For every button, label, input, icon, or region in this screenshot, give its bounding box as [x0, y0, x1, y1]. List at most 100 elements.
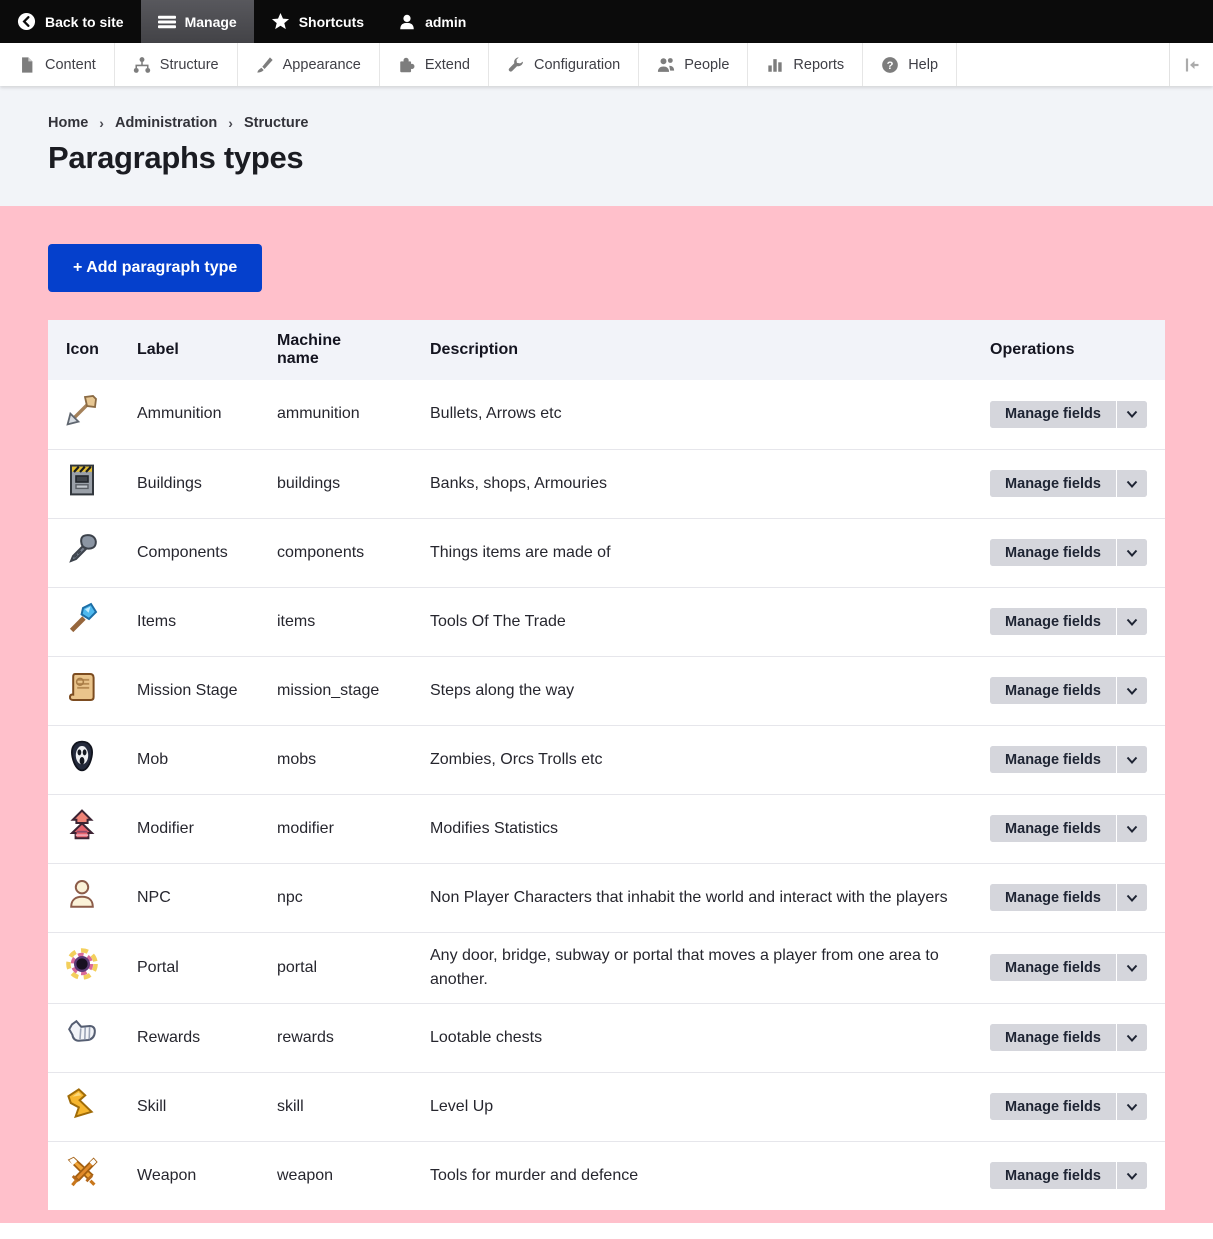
table-row: Mission Stage mission_stage Steps along …: [48, 656, 1165, 725]
toolbar-tab-reports[interactable]: Reports: [748, 43, 863, 86]
manage-fields-button[interactable]: Manage fields: [990, 1024, 1116, 1051]
dropdown-toggle-button[interactable]: [1116, 815, 1147, 842]
manage-fields-button[interactable]: Manage fields: [990, 884, 1116, 911]
dropdown-toggle-button[interactable]: [1116, 470, 1147, 497]
barchart-icon: [766, 56, 784, 74]
toolbar-collapse-button[interactable]: [1169, 43, 1213, 86]
paragraph-type-label: Components: [137, 544, 228, 561]
people-icon: [657, 56, 675, 74]
paragraph-type-label: Weapon: [137, 1167, 196, 1184]
manage-fields-button[interactable]: Manage fields: [990, 677, 1116, 704]
npc-icon: [66, 878, 98, 910]
machine-name: mobs: [277, 751, 316, 768]
admin-user-tab[interactable]: admin: [381, 0, 483, 43]
toolbar-tab-people[interactable]: People: [639, 43, 748, 86]
dropdown-toggle-button[interactable]: [1116, 1162, 1147, 1189]
breadcrumb: Home › Administration › Structure: [48, 115, 1165, 131]
toolbar-tab-appearance[interactable]: Appearance: [238, 43, 380, 86]
chevron-down-icon: [1125, 1169, 1139, 1183]
back-to-site-button[interactable]: Back to site: [0, 0, 141, 43]
add-paragraph-type-button[interactable]: + Add paragraph type: [48, 244, 262, 292]
shortcuts-tab[interactable]: Shortcuts: [254, 0, 381, 43]
help-icon: [881, 56, 899, 74]
dropdown-toggle-button[interactable]: [1116, 884, 1147, 911]
weapon-icon: [66, 1156, 98, 1188]
manage-fields-button[interactable]: Manage fields: [990, 608, 1116, 635]
dropdown-toggle-button[interactable]: [1116, 677, 1147, 704]
table-row: Rewards rewards Lootable chests Manage f…: [48, 1003, 1165, 1072]
dropdown-toggle-button[interactable]: [1116, 1093, 1147, 1120]
manage-fields-button[interactable]: Manage fields: [990, 815, 1116, 842]
table-row: Weapon weapon Tools for murder and defen…: [48, 1141, 1165, 1210]
paragraph-type-label: Mission Stage: [137, 682, 238, 699]
manage-fields-button[interactable]: Manage fields: [990, 954, 1116, 981]
dropdown-toggle-button[interactable]: [1116, 746, 1147, 773]
dropdown-toggle-button[interactable]: [1116, 1024, 1147, 1051]
machine-name: components: [277, 544, 364, 561]
chevron-down-icon: [1125, 1031, 1139, 1045]
manage-fields-button[interactable]: Manage fields: [990, 1093, 1116, 1120]
manage-fields-button[interactable]: Manage fields: [990, 470, 1116, 497]
manage-fields-button[interactable]: Manage fields: [990, 401, 1116, 428]
table-row: NPC npc Non Player Characters that inhab…: [48, 863, 1165, 932]
table-row: Modifier modifier Modifies Statistics Ma…: [48, 794, 1165, 863]
puzzle-icon: [398, 56, 416, 74]
paragraph-type-label: Ammunition: [137, 405, 221, 422]
chevron-down-icon: [1125, 684, 1139, 698]
ammunition-icon: [66, 394, 98, 426]
dropdown-toggle-button[interactable]: [1116, 608, 1147, 635]
items-icon: [66, 602, 98, 634]
sitemap-icon: [133, 56, 151, 74]
manage-fields-button[interactable]: Manage fields: [990, 1162, 1116, 1189]
table-row: Items items Tools Of The Trade Manage fi…: [48, 587, 1165, 656]
breadcrumb-separator: ›: [228, 115, 233, 131]
paragraph-type-label: Buildings: [137, 475, 202, 492]
breadcrumb-structure[interactable]: Structure: [244, 115, 308, 131]
table-row: Ammunition ammunition Bullets, Arrows et…: [48, 380, 1165, 449]
skill-icon: [66, 1087, 98, 1119]
manage-fields-dropbutton: Manage fields: [990, 608, 1147, 635]
machine-name: skill: [277, 1098, 304, 1115]
admin-bar: Back to site Manage Shortcuts admin: [0, 0, 1213, 43]
page-title: Paragraphs types: [48, 140, 1165, 176]
breadcrumb-home[interactable]: Home: [48, 115, 88, 131]
machine-name: rewards: [277, 1029, 334, 1046]
toolbar-tab-configuration[interactable]: Configuration: [489, 43, 639, 86]
chevron-down-icon: [1125, 615, 1139, 629]
description: Banks, shops, Armouries: [430, 475, 607, 492]
toolbar-tab-help[interactable]: Help: [863, 43, 957, 86]
column-header: Icon: [66, 341, 99, 359]
manage-tab[interactable]: Manage: [141, 0, 254, 43]
manage-fields-dropbutton: Manage fields: [990, 1162, 1147, 1189]
main-content: + Add paragraph type IconLabelMachine na…: [0, 206, 1213, 1223]
dropdown-toggle-button[interactable]: [1116, 539, 1147, 566]
toolbar-tab-structure[interactable]: Structure: [115, 43, 238, 86]
description: Any door, bridge, subway or portal that …: [430, 947, 939, 988]
chevron-down-icon: [1125, 891, 1139, 905]
portal-icon: [66, 948, 98, 980]
dropdown-toggle-button[interactable]: [1116, 401, 1147, 428]
manage-fields-dropbutton: Manage fields: [990, 470, 1147, 497]
chevron-down-icon: [1125, 407, 1139, 421]
paragraph-type-label: Items: [137, 613, 176, 630]
breadcrumb-administration[interactable]: Administration: [115, 115, 217, 131]
rewards-icon: [66, 1018, 98, 1050]
manage-fields-button[interactable]: Manage fields: [990, 539, 1116, 566]
description: Non Player Characters that inhabit the w…: [430, 889, 948, 906]
table-row: Mob mobs Zombies, Orcs Trolls etc Manage…: [48, 725, 1165, 794]
back-icon: [17, 12, 36, 31]
column-header: Label: [137, 341, 179, 359]
toolbar-tab-extend[interactable]: Extend: [380, 43, 489, 86]
dropdown-toggle-button[interactable]: [1116, 954, 1147, 981]
user-icon: [398, 13, 416, 31]
description: Level Up: [430, 1098, 493, 1115]
manage-fields-button[interactable]: Manage fields: [990, 746, 1116, 773]
toolbar-tab-content[interactable]: Content: [0, 43, 115, 86]
machine-name: modifier: [277, 820, 334, 837]
table-row: Portal portal Any door, bridge, subway o…: [48, 932, 1165, 1003]
column-header: Description: [430, 341, 518, 359]
components-icon: [66, 533, 98, 565]
manage-fields-dropbutton: Manage fields: [990, 1093, 1147, 1120]
table-row: Skill skill Level Up Manage fields: [48, 1072, 1165, 1141]
manage-fields-dropbutton: Manage fields: [990, 746, 1147, 773]
